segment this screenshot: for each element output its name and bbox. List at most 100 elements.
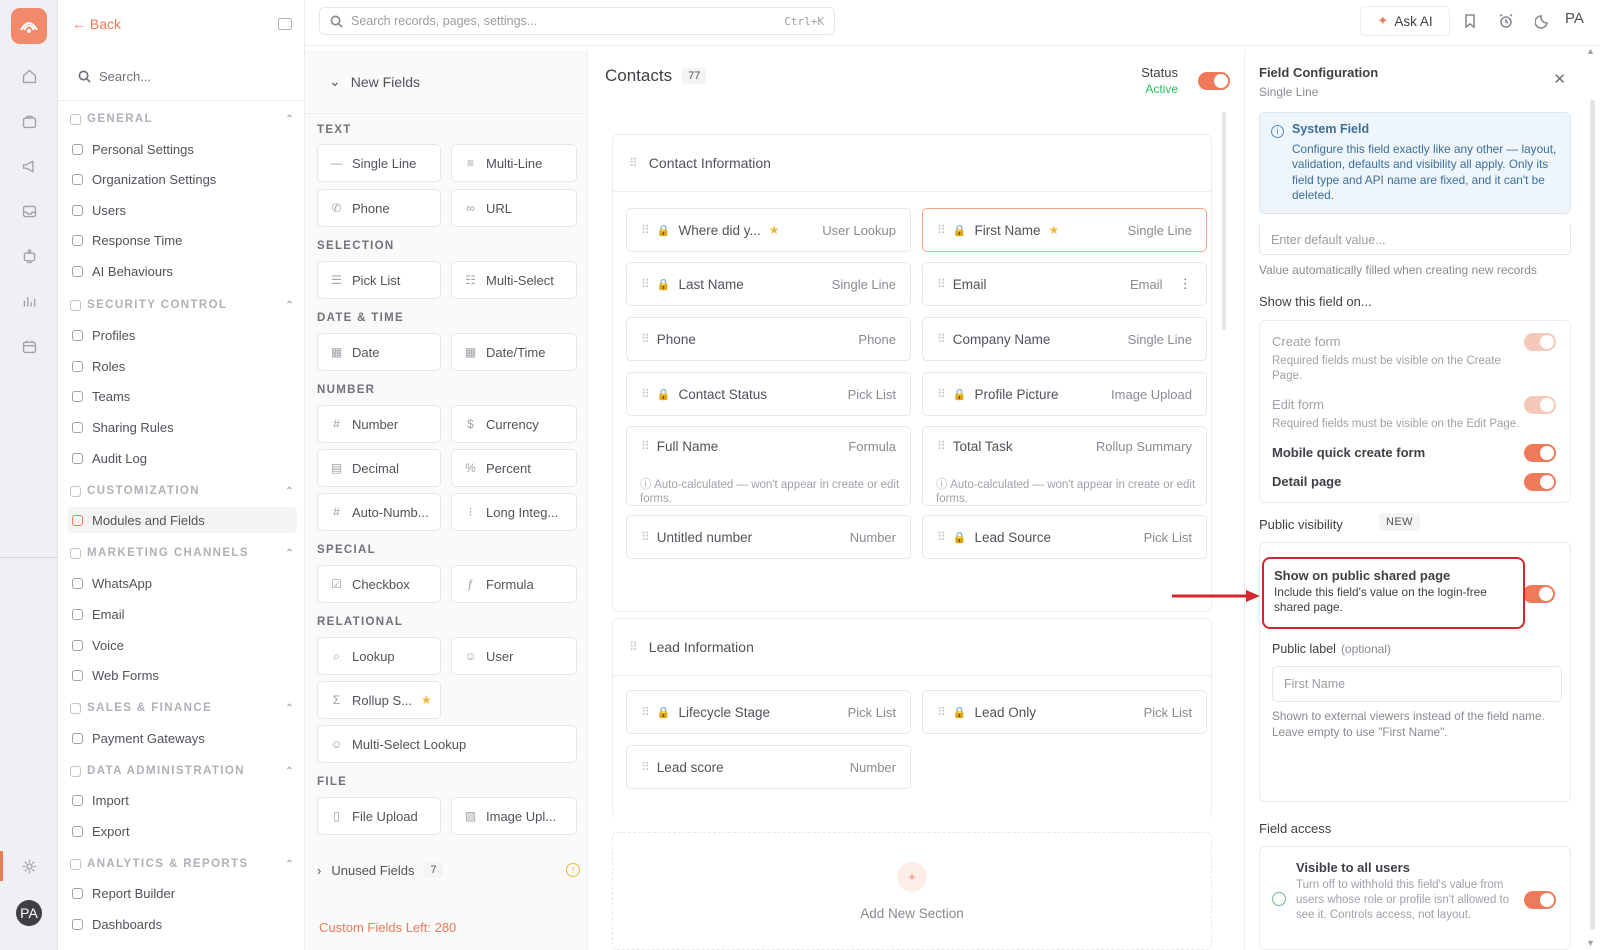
collapse-sidebar-icon[interactable]: [278, 18, 292, 30]
field-url[interactable]: ∞ URL: [451, 189, 577, 227]
field-date-time[interactable]: ▦ Date/Time: [451, 333, 577, 371]
megaphone-icon[interactable]: [18, 155, 40, 177]
field-checkbox[interactable]: ☑ Checkbox: [317, 565, 441, 603]
field-number[interactable]: # Number: [317, 405, 441, 443]
app-logo[interactable]: [11, 8, 47, 44]
panel-scrollbar[interactable]: [1590, 100, 1595, 930]
detail-page-toggle[interactable]: [1524, 473, 1556, 491]
sidebar-item-web-forms[interactable]: Web Forms: [68, 662, 297, 688]
field-card-lead-source[interactable]: ⠿ 🔒 Lead Source Pick List: [922, 515, 1207, 559]
field-long-integer[interactable]: ⁝ Long Integ...: [451, 493, 577, 531]
sidebar-item-personal-settings[interactable]: Personal Settings: [68, 136, 297, 162]
field-multi-line[interactable]: ≡ Multi-Line: [451, 144, 577, 182]
sidebar-item-modules-and-fields[interactable]: Modules and Fields: [68, 507, 297, 533]
mobile-form-toggle[interactable]: [1524, 444, 1556, 462]
nav-group-data-administration[interactable]: DATA ADMINISTRATION ⌃: [70, 765, 295, 777]
nav-group-analytics-reports[interactable]: ANALYTICS & REPORTS ⌃: [70, 858, 295, 870]
sidebar-item-dashboards[interactable]: Dashboards: [68, 911, 297, 937]
nav-group-sales-finance[interactable]: SALES & FINANCE ⌃: [70, 702, 295, 714]
calendar-icon[interactable]: [18, 335, 40, 357]
scroll-down-icon[interactable]: ▼: [1586, 938, 1595, 948]
field-file-upload[interactable]: ▯ File Upload: [317, 797, 441, 835]
sidebar-item-whatsapp[interactable]: WhatsApp: [68, 570, 297, 596]
field-card-first-name[interactable]: ⠿ 🔒 First Name ★ Single Line: [922, 208, 1207, 252]
sidebar-item-import[interactable]: Import: [68, 787, 297, 813]
unused-fields-toggle[interactable]: › Unused Fields 7!: [317, 855, 580, 885]
ask-ai-button[interactable]: ✦ Ask AI: [1360, 6, 1450, 36]
edit-form-toggle[interactable]: [1524, 396, 1556, 414]
module-status-toggle[interactable]: [1198, 72, 1230, 90]
field-card-email[interactable]: ⠿ Email Email ⋮: [922, 262, 1207, 306]
field-card-company-name[interactable]: ⠿ Company Name Single Line: [922, 317, 1207, 361]
create-form-toggle[interactable]: [1524, 333, 1556, 351]
sidebar-item-users[interactable]: Users: [68, 197, 297, 223]
moon-icon[interactable]: [1534, 12, 1552, 30]
scroll-up-icon[interactable]: ▲: [1586, 46, 1595, 56]
global-search-input[interactable]: Search records, pages, settings... Ctrl+…: [319, 7, 835, 35]
close-icon[interactable]: ✕: [1553, 70, 1566, 88]
field-card-where-did-you[interactable]: ⠿ 🔒 Where did y... ★ User Lookup: [626, 208, 911, 252]
sidebar-search-input[interactable]: Search...: [66, 60, 294, 92]
field-single-line[interactable]: — Single Line: [317, 144, 441, 182]
briefcase-icon[interactable]: [18, 110, 40, 132]
visible-to-all-toggle[interactable]: [1524, 891, 1556, 909]
home-icon[interactable]: [18, 65, 40, 87]
field-formula[interactable]: ƒ Formula: [451, 565, 577, 603]
field-decimal[interactable]: ▤ Decimal: [317, 449, 441, 487]
sidebar-item-sharing-rules[interactable]: Sharing Rules: [68, 414, 297, 440]
field-card-contact-status[interactable]: ⠿ 🔒 Contact Status Pick List: [626, 372, 911, 416]
nav-group-marketing-channels[interactable]: MARKETING CHANNELS ⌃: [70, 547, 295, 559]
field-card-last-name[interactable]: ⠿ 🔒 Last Name Single Line: [626, 262, 911, 306]
sidebar-item-payment-gateways[interactable]: Payment Gateways: [68, 725, 297, 751]
field-multi-select[interactable]: ☷ Multi-Select: [451, 261, 577, 299]
field-user[interactable]: ☺ User: [451, 637, 577, 675]
field-multi-select-lookup[interactable]: ☺ Multi-Select Lookup: [317, 725, 577, 763]
add-new-section-button[interactable]: + Add New Section: [612, 832, 1212, 950]
nav-group-general[interactable]: GENERAL ⌃: [70, 113, 295, 125]
field-image-upload[interactable]: ▨ Image Upl...: [451, 797, 577, 835]
field-pick-list[interactable]: ☰ Pick List: [317, 261, 441, 299]
back-link[interactable]: ← Back: [72, 16, 121, 32]
field-card-phone[interactable]: ⠿ Phone Phone: [626, 317, 911, 361]
public-label-input[interactable]: First Name: [1272, 666, 1562, 702]
field-currency[interactable]: $ Currency: [451, 405, 577, 443]
field-phone[interactable]: ✆ Phone: [317, 189, 441, 227]
new-fields-header[interactable]: ⌄ New Fields: [305, 50, 588, 114]
nav-group-security-control[interactable]: SECURITY CONTROL ⌃: [70, 299, 295, 311]
chart-icon[interactable]: [18, 290, 40, 312]
sidebar-item-ai-behaviours[interactable]: AI Behaviours: [68, 258, 297, 284]
field-rollup-summary[interactable]: Σ Rollup S... ★: [317, 681, 441, 719]
robot-icon[interactable]: [18, 245, 40, 267]
more-vertical-icon[interactable]: ⋮: [1179, 276, 1193, 292]
field-card-untitled-number[interactable]: ⠿ Untitled number Number: [626, 515, 911, 559]
sidebar-item-email[interactable]: Email: [68, 601, 297, 627]
section-header[interactable]: ⠿ Contact Information: [613, 135, 1211, 192]
public-shared-page-option[interactable]: Show on public shared page Include this …: [1262, 557, 1525, 629]
alarm-icon[interactable]: [1497, 12, 1515, 30]
canvas-scrollbar[interactable]: [1222, 112, 1226, 330]
bookmark-icon[interactable]: [1461, 12, 1479, 30]
user-avatar[interactable]: PA: [16, 900, 42, 926]
sidebar-item-organization-settings[interactable]: Organization Settings: [68, 166, 297, 192]
field-date[interactable]: ▦ Date: [317, 333, 441, 371]
user-avatar-top[interactable]: PA: [1565, 10, 1584, 27]
field-auto-number[interactable]: # Auto-Numb...: [317, 493, 441, 531]
field-card-lead-only[interactable]: ⠿ 🔒 Lead Only Pick List: [922, 690, 1207, 734]
sidebar-item-response-time[interactable]: Response Time: [68, 227, 297, 253]
public-shared-page-toggle[interactable]: [1523, 585, 1555, 603]
field-card-lifecycle-stage[interactable]: ⠿ 🔒 Lifecycle Stage Pick List: [626, 690, 911, 734]
sidebar-item-report-builder[interactable]: Report Builder: [68, 880, 297, 906]
default-value-input[interactable]: Enter default value...: [1259, 225, 1571, 255]
sidebar-item-export[interactable]: Export: [68, 818, 297, 844]
sidebar-item-teams[interactable]: Teams: [68, 383, 297, 409]
field-card-lead-score[interactable]: ⠿ Lead score Number: [626, 745, 911, 789]
field-percent[interactable]: % Percent: [451, 449, 577, 487]
sidebar-item-voice[interactable]: Voice: [68, 632, 297, 658]
settings-icon[interactable]: [18, 855, 40, 877]
field-card-profile-picture[interactable]: ⠿ 🔒 Profile Picture Image Upload: [922, 372, 1207, 416]
sidebar-item-roles[interactable]: Roles: [68, 353, 297, 379]
sidebar-item-audit-log[interactable]: Audit Log: [68, 445, 297, 471]
sidebar-item-profiles[interactable]: Profiles: [68, 322, 297, 348]
field-lookup[interactable]: ⌕ Lookup: [317, 637, 441, 675]
nav-group-customization[interactable]: CUSTOMIZATION ⌃: [70, 485, 295, 497]
